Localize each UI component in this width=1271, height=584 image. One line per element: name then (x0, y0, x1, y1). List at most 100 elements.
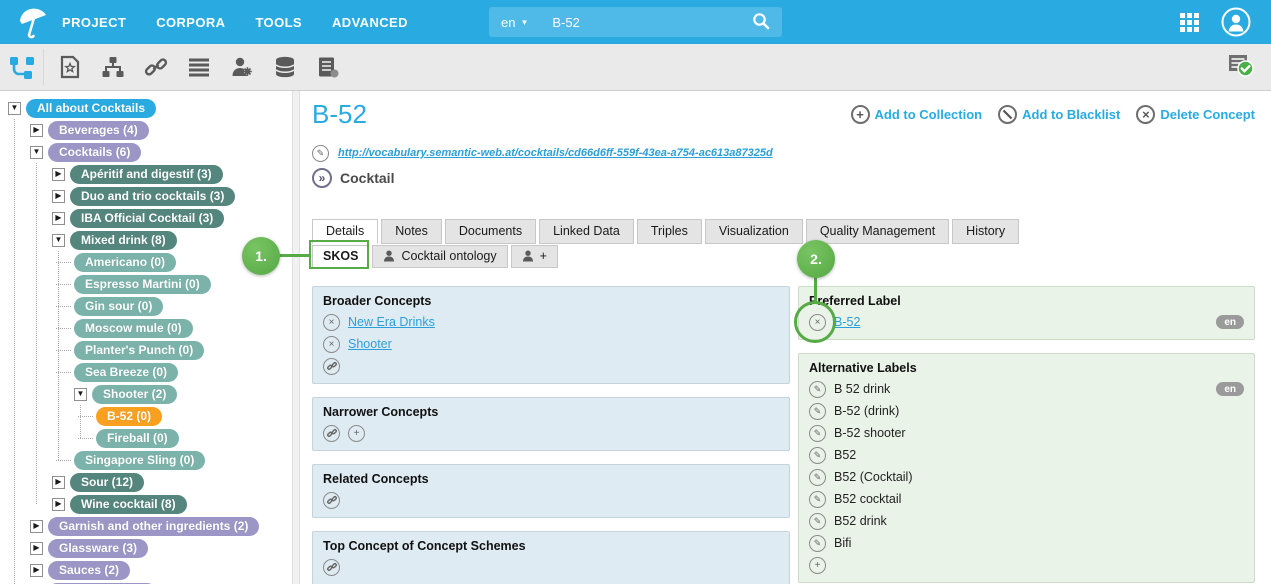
tree-item-label[interactable]: Duo and trio cocktails (3) (70, 187, 235, 206)
add-plus-circle-icon[interactable]: + (809, 557, 826, 574)
menu-tools[interactable]: TOOLS (255, 15, 302, 30)
link-circle-icon[interactable] (323, 492, 340, 509)
annotation-connector-line (279, 254, 310, 257)
edit-pencil-circle-icon[interactable]: ✎ (809, 447, 826, 464)
remove-x-circle-icon[interactable]: × (323, 314, 340, 331)
poolparty-umbrella-icon[interactable] (16, 5, 50, 44)
list-icon[interactable] (177, 55, 220, 79)
menu-corpora[interactable]: CORPORA (156, 15, 225, 30)
hierarchy-icon[interactable] (91, 55, 134, 79)
tree-item-label[interactable]: Gin sour (0) (74, 297, 163, 316)
menu-project[interactable]: PROJECT (62, 15, 126, 30)
add-to-blacklist-button[interactable]: Add to Blacklist (998, 105, 1120, 124)
tab-documents[interactable]: Documents (445, 219, 536, 244)
tree-item-label[interactable]: Americano (0) (74, 253, 176, 272)
user-avatar-icon[interactable] (1221, 7, 1251, 42)
tree-item-label[interactable]: Singapore Sling (0) (74, 451, 205, 470)
expand-icon[interactable]: ▶ (52, 476, 65, 489)
sidebar-divider[interactable] (292, 91, 300, 584)
search-box[interactable]: en ▼ B-52 (489, 7, 782, 37)
search-icon[interactable] (752, 12, 770, 33)
links-icon[interactable] (134, 55, 177, 79)
tree-item-label[interactable]: Wine cocktail (8) (70, 495, 187, 514)
tree-item-label[interactable]: Planter's Punch (0) (74, 341, 204, 360)
tree-item-label[interactable]: Cocktails (6) (48, 143, 141, 162)
alt-label-row: ✎ B52 cocktail (809, 488, 1244, 510)
expand-icon[interactable]: ▶ (30, 542, 43, 555)
expand-icon[interactable]: ▶ (52, 190, 65, 203)
edit-pencil-circle-icon[interactable]: ✎ (809, 425, 826, 442)
expand-icon[interactable]: ▶ (30, 520, 43, 533)
annotation-highlight-box (309, 240, 369, 269)
tree-item-label[interactable]: Sauces (2) (48, 561, 130, 580)
edit-pencil-circle-icon[interactable]: ✎ (809, 469, 826, 486)
edit-pencil-circle-icon[interactable]: ✎ (809, 513, 826, 530)
tab-history[interactable]: History (952, 219, 1019, 244)
add-to-collection-button[interactable]: + Add to Collection (851, 105, 983, 124)
concept-tree-icon[interactable] (0, 54, 43, 80)
tree-item-label[interactable]: Beverages (4) (48, 121, 149, 140)
tree-item-label[interactable]: Glassware (3) (48, 539, 148, 558)
user-administration-icon[interactable] (220, 55, 263, 79)
preferred-label-link[interactable]: B-52 (834, 315, 860, 329)
tree-item-label[interactable]: Garnish and other ingredients (2) (48, 517, 259, 536)
edit-pencil-circle-icon[interactable]: ✎ (809, 535, 826, 552)
tab-notes[interactable]: Notes (381, 219, 442, 244)
tree-item-label[interactable]: B-52 (0) (96, 407, 162, 426)
tab-quality-management[interactable]: Quality Management (806, 219, 949, 244)
tree-item-label[interactable]: Shooter (2) (92, 385, 177, 404)
database-icon[interactable] (263, 55, 306, 79)
broader-concept-link[interactable]: New Era Drinks (348, 315, 435, 329)
tab-visualization[interactable]: Visualization (705, 219, 803, 244)
tree-item-label[interactable]: All about Cocktails (26, 99, 156, 118)
tree-item-label[interactable]: Sour (12) (70, 473, 144, 492)
repository-icon[interactable] (306, 55, 349, 79)
collapse-icon[interactable]: ▼ (30, 146, 43, 159)
menu-advanced[interactable]: ADVANCED (332, 15, 408, 30)
tab-triples[interactable]: Triples (637, 219, 702, 244)
status-check-icon[interactable] (1227, 52, 1255, 83)
expand-icon[interactable]: ▶ (52, 212, 65, 225)
edit-pencil-circle-icon[interactable]: ✎ (809, 491, 826, 508)
tree-item-label[interactable]: Espresso Martini (0) (74, 275, 211, 294)
subtab-add-schema[interactable]: + (511, 245, 558, 268)
link-circle-icon[interactable] (323, 358, 340, 375)
link-circle-icon[interactable] (323, 559, 340, 576)
expand-icon[interactable]: ▶ (52, 168, 65, 181)
concept-uri-link[interactable]: http://vocabulary.semantic-web.at/cockta… (338, 147, 773, 159)
edit-pencil-circle-icon[interactable]: ✎ (809, 381, 826, 398)
expand-icon[interactable]: ▶ (30, 564, 43, 577)
tree-item: ▶ Wine cocktail (8) (0, 493, 292, 515)
tree-item-label[interactable]: IBA Official Cocktail (3) (70, 209, 224, 228)
remove-x-circle-icon[interactable]: × (323, 336, 340, 353)
caret-down-icon: ▼ (520, 18, 528, 27)
subtab-cocktail-ontology[interactable]: Cocktail ontology (372, 245, 507, 268)
edit-uri-pencil-icon[interactable]: ✎ (312, 145, 329, 162)
search-language-dropdown[interactable]: en ▼ (501, 15, 528, 30)
collapse-icon[interactable]: ▼ (74, 388, 87, 401)
collapse-icon[interactable]: ▼ (8, 102, 21, 115)
add-plus-circle-icon[interactable]: + (348, 425, 365, 442)
broader-concept-link[interactable]: Shooter (348, 337, 392, 351)
expand-icon[interactable]: ▶ (52, 498, 65, 511)
concept-tree: ▼ All about Cocktails ▶ Beverages (4) ▼ … (0, 91, 292, 584)
tab-linked-data[interactable]: Linked Data (539, 219, 634, 244)
delete-concept-label: Delete Concept (1160, 107, 1255, 122)
person-icon (522, 250, 534, 262)
tree-item-label[interactable]: Fireball (0) (96, 429, 179, 448)
app-grid-icon[interactable] (1180, 13, 1199, 32)
expand-icon[interactable]: ▶ (30, 124, 43, 137)
search-input[interactable]: B-52 (552, 15, 752, 30)
tree-item-label[interactable]: Sea Breeze (0) (74, 363, 178, 382)
delete-concept-button[interactable]: × Delete Concept (1136, 105, 1255, 124)
tree-item: ▼ Cocktails (6) (0, 141, 292, 163)
top-concept-panel: Top Concept of Concept Schemes (312, 531, 790, 584)
tree-item-label[interactable]: Apéritif and digestif (3) (70, 165, 223, 184)
collapse-icon[interactable]: ▼ (52, 234, 65, 247)
tree-item-label[interactable]: Moscow mule (0) (74, 319, 193, 338)
plus-circle-icon: + (851, 105, 870, 124)
edit-pencil-circle-icon[interactable]: ✎ (809, 403, 826, 420)
link-circle-icon[interactable] (323, 425, 340, 442)
tree-item-label[interactable]: Mixed drink (8) (70, 231, 177, 250)
bookmarked-document-icon[interactable] (48, 55, 91, 79)
